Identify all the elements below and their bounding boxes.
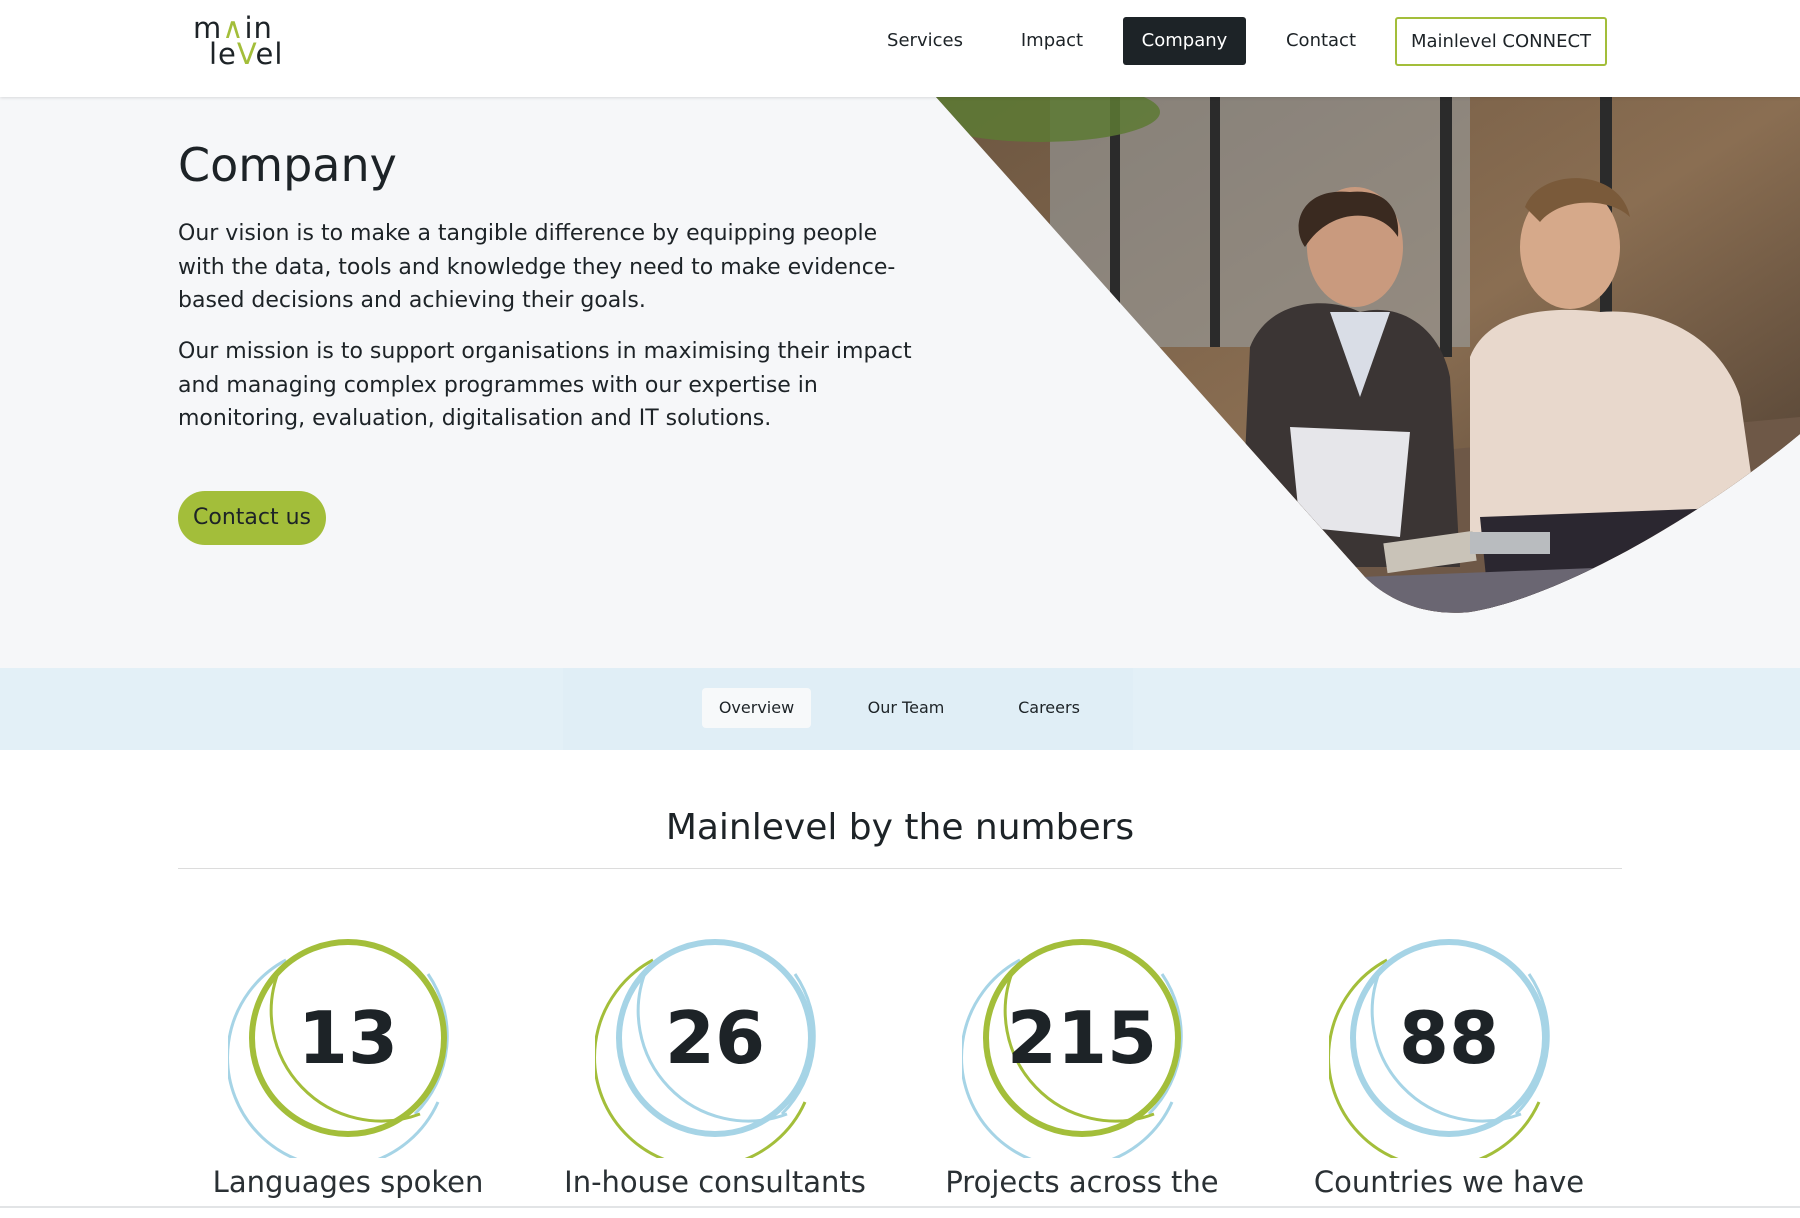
tab-our-team[interactable]: Our Team bbox=[855, 688, 957, 728]
nav-services[interactable]: Services bbox=[872, 17, 978, 65]
mainlevel-connect-button[interactable]: Mainlevel CONNECT bbox=[1395, 17, 1607, 66]
stat-label: Countries we have bbox=[1313, 1165, 1585, 1199]
stat-projects: 215 Projects across the bbox=[945, 918, 1219, 1218]
contact-us-button[interactable]: Contact us bbox=[178, 491, 326, 545]
stat-countries: 88 Countries we have bbox=[1314, 918, 1584, 1218]
nav-company[interactable]: Company bbox=[1123, 17, 1246, 65]
numbers-heading: Mainlevel by the numbers bbox=[665, 807, 1135, 848]
divider bbox=[178, 868, 1622, 869]
hero-section: Company Our vision is to make a tangible… bbox=[0, 97, 1800, 668]
stat-consultants: 26 In-house consultants bbox=[564, 918, 866, 1218]
stat-label: In-house consultants bbox=[564, 1165, 866, 1199]
tab-careers[interactable]: Careers bbox=[1004, 688, 1094, 728]
nav-impact[interactable]: Impact bbox=[1012, 17, 1092, 65]
company-subnav: Overview Our Team Careers bbox=[0, 668, 1800, 750]
bottom-divider bbox=[0, 1206, 1800, 1208]
logo-text: el bbox=[255, 37, 284, 71]
stat-label: Projects across the bbox=[945, 1165, 1219, 1199]
stat-label: Languages spoken bbox=[212, 1165, 484, 1199]
logo-text: le bbox=[209, 37, 237, 71]
mission-paragraph: Our mission is to support organisations … bbox=[178, 339, 912, 431]
stat-value: 26 bbox=[664, 996, 766, 1080]
nav-contact[interactable]: Contact bbox=[1277, 17, 1365, 65]
page-title: Company bbox=[178, 138, 397, 192]
tab-overview[interactable]: Overview bbox=[702, 688, 811, 728]
stat-languages: 13 Languages spoken bbox=[213, 918, 483, 1218]
vision-paragraph: Our vision is to make a tangible differe… bbox=[178, 221, 896, 313]
stat-value: 215 bbox=[1006, 996, 1158, 1080]
site-header: m∧in leVel Services Impact Company Conta… bbox=[0, 0, 1800, 97]
logo-accent: V bbox=[236, 37, 256, 71]
stat-value: 13 bbox=[297, 996, 399, 1080]
mainlevel-logo[interactable]: m∧in leVel bbox=[192, 14, 286, 70]
stat-value: 88 bbox=[1398, 996, 1500, 1080]
